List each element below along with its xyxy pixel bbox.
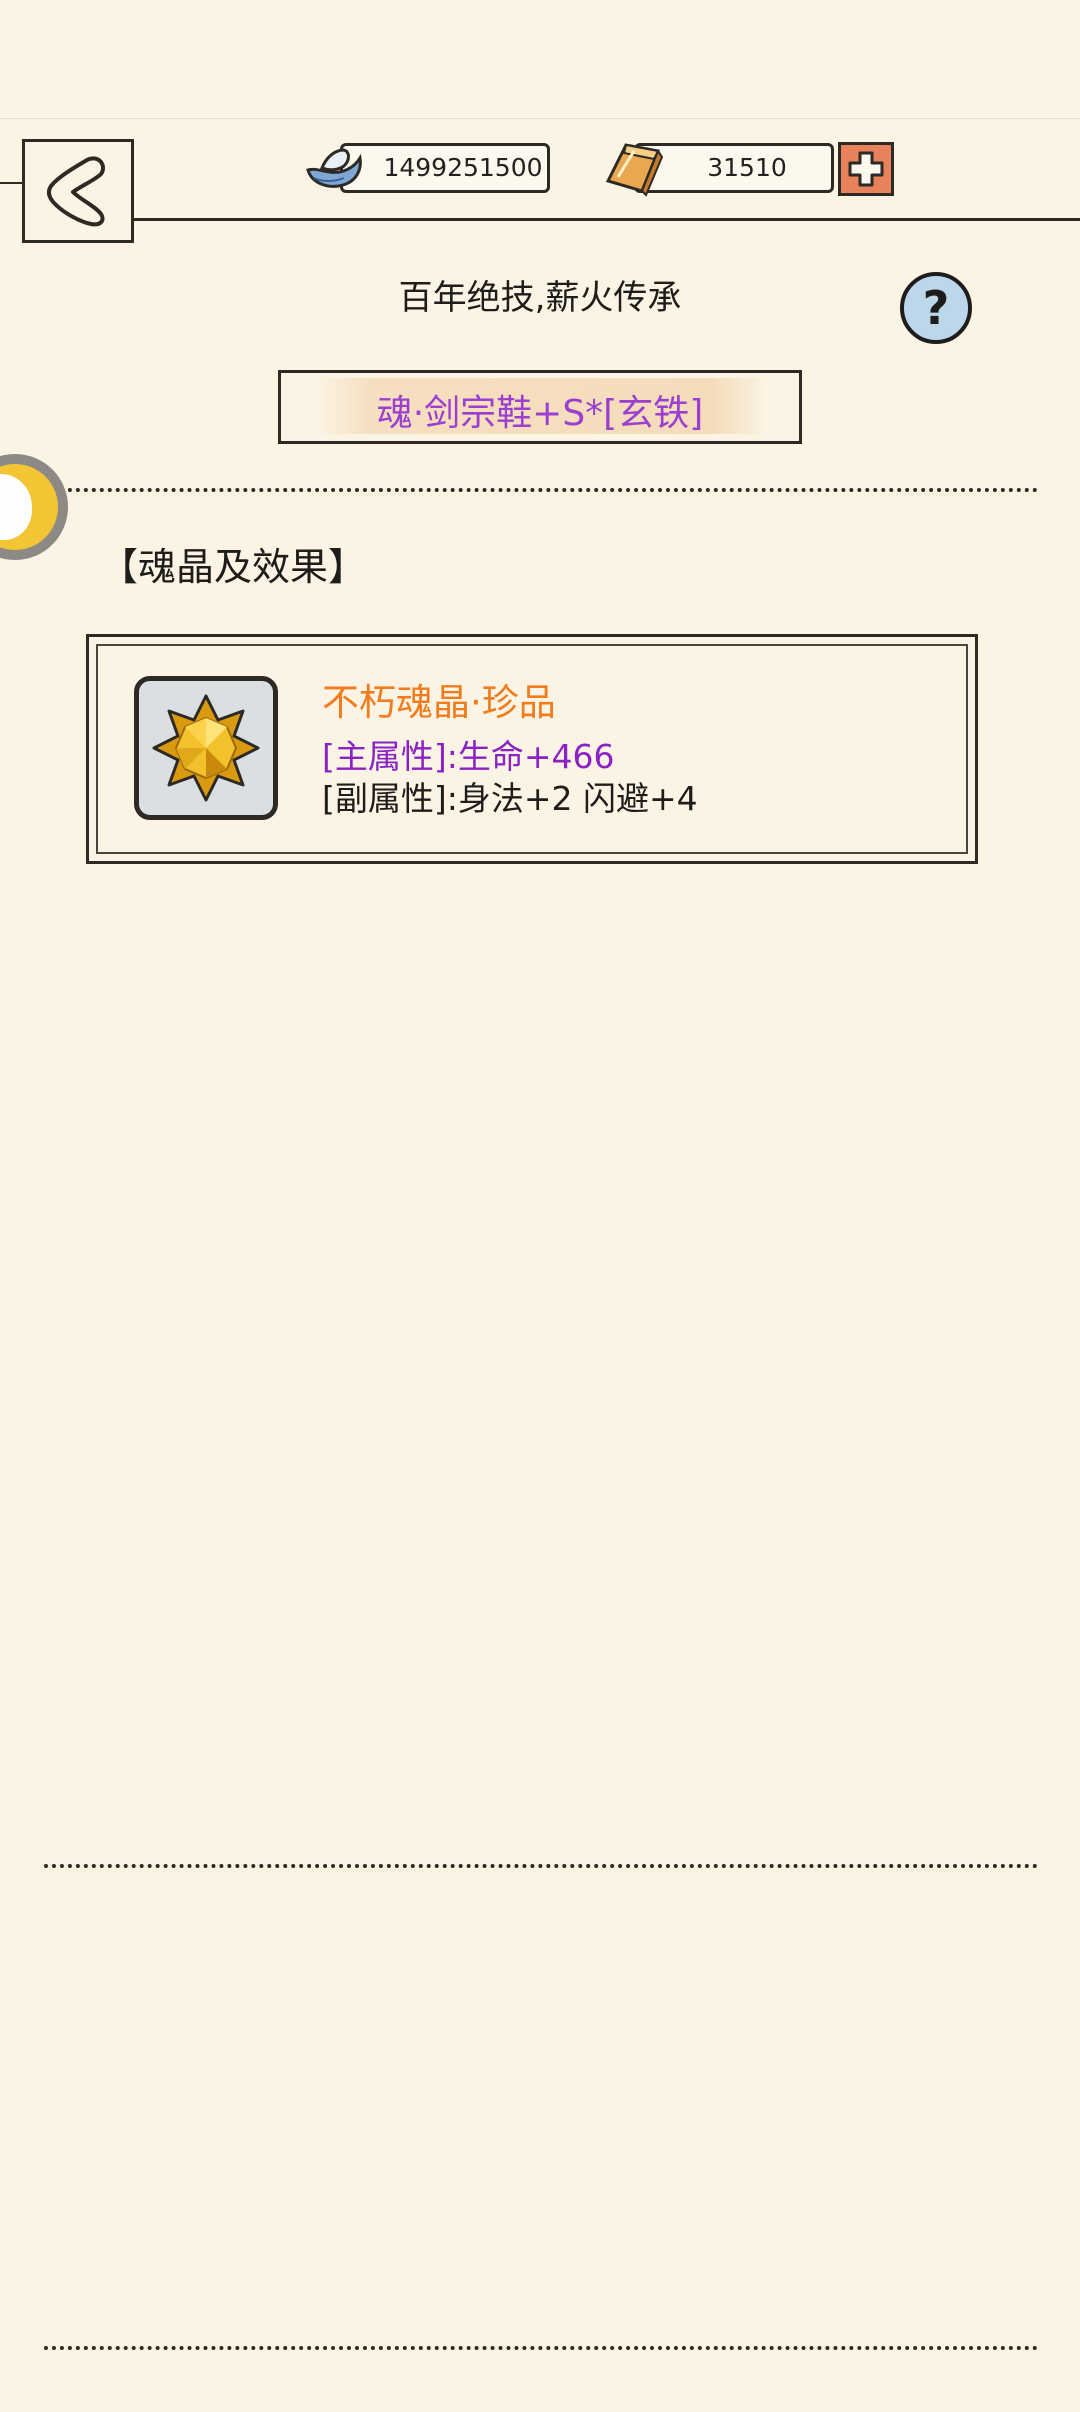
dotted-divider <box>44 1864 1038 1868</box>
help-button[interactable]: ? <box>900 272 972 344</box>
dotted-divider <box>44 2346 1038 2350</box>
item-name: 魂·剑宗鞋+S*[玄铁] <box>376 393 704 434</box>
gold-star-crystal-icon <box>152 694 260 802</box>
section-title: 【魂晶及效果】 <box>100 545 367 589</box>
gold-bar-icon <box>600 137 670 201</box>
add-gold-button[interactable] <box>838 142 894 196</box>
screen: 1499251500 31510 百年绝技,薪火传承 ? 魂·剑宗鞋+S*[玄铁… <box>0 0 1080 2412</box>
status-bar <box>0 0 1080 119</box>
crystal-slot[interactable] <box>134 676 278 820</box>
crystal-sub-attribute: [副属性]:身法+2 闪避+4 <box>322 779 698 818</box>
header-divider <box>134 218 1080 221</box>
dotted-divider <box>44 488 1038 492</box>
plus-icon <box>848 151 884 187</box>
header-divider-left <box>0 182 22 184</box>
crystal-main-attribute: [主属性]:生命+466 <box>322 737 615 776</box>
silver-amount: 1499251500 <box>340 143 550 193</box>
silver-ingot-icon <box>300 140 370 200</box>
back-arrow-icon <box>46 156 106 227</box>
back-button[interactable] <box>22 139 134 243</box>
crystal-name: 不朽魂晶·珍品 <box>322 681 556 724</box>
